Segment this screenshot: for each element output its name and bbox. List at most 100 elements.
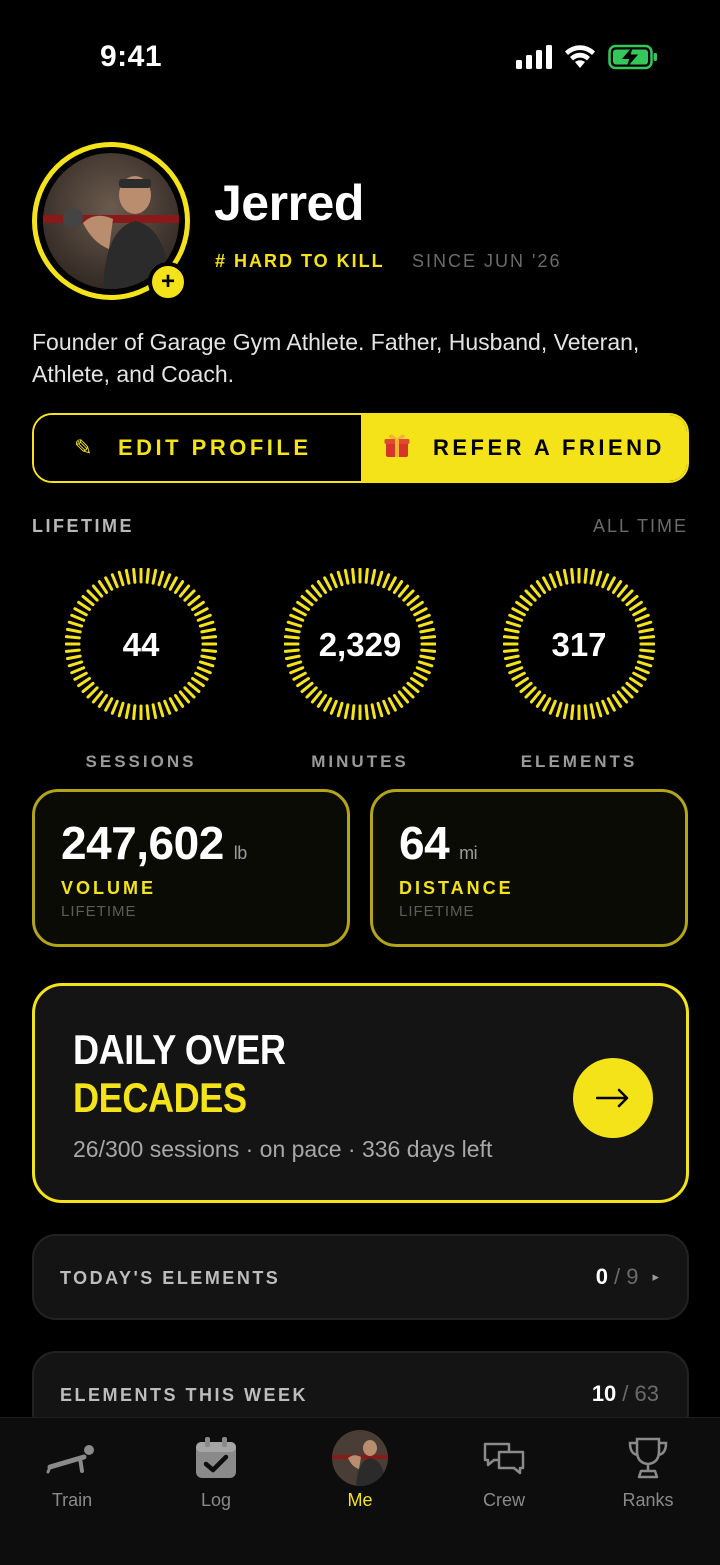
ring-tick: [406, 594, 420, 607]
tab-me[interactable]: Me: [288, 1418, 432, 1565]
count-total: / 9: [614, 1264, 639, 1289]
ring-tick: [397, 690, 410, 704]
ring-tick: [187, 594, 201, 607]
ring-tick: [529, 690, 542, 704]
ring-tick: [511, 607, 526, 617]
stat-period: LIFETIME: [61, 903, 137, 920]
pencil-icon: ✎: [74, 435, 96, 460]
add-photo-button[interactable]: +: [148, 262, 188, 302]
row-label: TODAY'S ELEMENTS: [60, 1268, 281, 1288]
ring-tick: [413, 671, 428, 681]
ring-tick: [329, 699, 338, 715]
refer-friend-button[interactable]: REFER A FRIEND: [361, 415, 687, 481]
ring-tick: [91, 690, 104, 704]
ring-tick: [625, 681, 639, 694]
ring-tick: [73, 671, 88, 681]
ring-tick: [589, 568, 596, 585]
ring-tick: [548, 699, 557, 715]
ring-tick: [387, 697, 397, 712]
ring-tick: [336, 701, 344, 718]
ring-tick: [145, 704, 150, 720]
goal-open-button[interactable]: [573, 1058, 653, 1138]
sessions-ring: 44 SESSIONS: [61, 568, 221, 772]
ring-tick: [611, 694, 623, 708]
ring-tick: [124, 703, 131, 720]
profile-actions: ✎ EDIT PROFILE REFER A FRIEND: [32, 413, 689, 483]
ring-tick: [300, 681, 314, 694]
ring-tick: [392, 580, 404, 594]
ring-tick: [151, 703, 158, 720]
profile-tag: # HARD TO KILL: [215, 251, 385, 271]
ring-tick: [595, 570, 603, 587]
ring-tick: [410, 600, 424, 612]
ring-tick: [124, 568, 131, 585]
ring-value: 2,329: [318, 626, 402, 663]
ring-tick: [621, 686, 634, 699]
ring-tick: [296, 600, 310, 612]
ring-label: MINUTES: [311, 752, 409, 771]
ring-tick: [376, 570, 384, 587]
ring-tick: [157, 701, 165, 718]
ring-tick: [376, 701, 384, 718]
ring-tick: [305, 589, 318, 602]
ring-tick: [562, 703, 569, 720]
tab-label: Train: [51, 1490, 93, 1510]
ring-tick: [77, 676, 91, 688]
ring-tick: [70, 666, 86, 675]
ring-tick: [415, 613, 431, 622]
status-time: 9:41: [100, 40, 163, 73]
ring-tick: [323, 697, 333, 712]
ring-tick: [370, 568, 377, 585]
ring-tick: [289, 666, 305, 675]
ring-tick: [81, 594, 95, 607]
wifi-icon: [565, 45, 595, 68]
ring-tick: [606, 697, 616, 712]
ring-tick: [634, 666, 650, 675]
ring-tick: [73, 607, 88, 617]
ring-tick: [535, 580, 547, 594]
tab-train[interactable]: Train: [0, 1418, 144, 1565]
stat-value: 247,602: [61, 817, 224, 869]
daily-goal-card[interactable]: DAILY OVER DECADES 26/300 sessions · on …: [32, 983, 689, 1203]
ring-tick: [110, 699, 119, 715]
ring-tick: [387, 576, 397, 591]
row-count: 0 / 9 ▸: [596, 1264, 659, 1290]
tab-crew[interactable]: Crew: [432, 1418, 576, 1565]
ring-tick: [519, 594, 533, 607]
edit-profile-button[interactable]: ✎ EDIT PROFILE: [34, 415, 361, 481]
ring-tick: [611, 580, 623, 594]
row-count: 10 / 63: [592, 1381, 659, 1407]
ring-tick: [382, 699, 391, 715]
ring-tick: [535, 694, 547, 708]
ring-tick: [343, 568, 350, 585]
time-range-selector[interactable]: ALL TIME: [593, 516, 688, 537]
tab-log[interactable]: Log: [144, 1418, 288, 1565]
distance-card[interactable]: 64 mi DISTANCE LIFETIME: [370, 789, 688, 947]
tab-ranks[interactable]: Ranks: [576, 1418, 720, 1565]
trophy-icon: [620, 1430, 676, 1486]
stat-unit: lb: [233, 843, 248, 863]
avatar: [332, 1430, 388, 1486]
stat-name: DISTANCE: [399, 878, 514, 898]
gift-icon: [383, 431, 411, 465]
ring-tick: [351, 704, 356, 720]
ring-tick: [178, 584, 191, 598]
stat-value-row: 247,602 lb: [61, 816, 347, 870]
volume-card[interactable]: 247,602 lb VOLUME LIFETIME: [32, 789, 350, 947]
chevron-right-icon: ▸: [652, 1269, 659, 1284]
ring-tick: [292, 607, 307, 617]
ring-tick: [191, 600, 205, 612]
ring-tick: [519, 681, 533, 694]
ring-tick: [173, 580, 185, 594]
ring-tick: [601, 699, 610, 715]
edit-profile-label: EDIT PROFILE: [117, 435, 312, 460]
ring-tick: [145, 568, 150, 584]
ring-tick: [625, 594, 639, 607]
elements-ring: 317 ELEMENTS: [499, 568, 659, 772]
ring-tick: [562, 568, 569, 585]
ring-tick: [183, 686, 196, 699]
ring-tick: [555, 570, 563, 587]
ring-tick: [305, 686, 318, 699]
ring-tick: [402, 589, 415, 602]
todays-elements-row[interactable]: TODAY'S ELEMENTS 0 / 9 ▸: [32, 1234, 689, 1320]
